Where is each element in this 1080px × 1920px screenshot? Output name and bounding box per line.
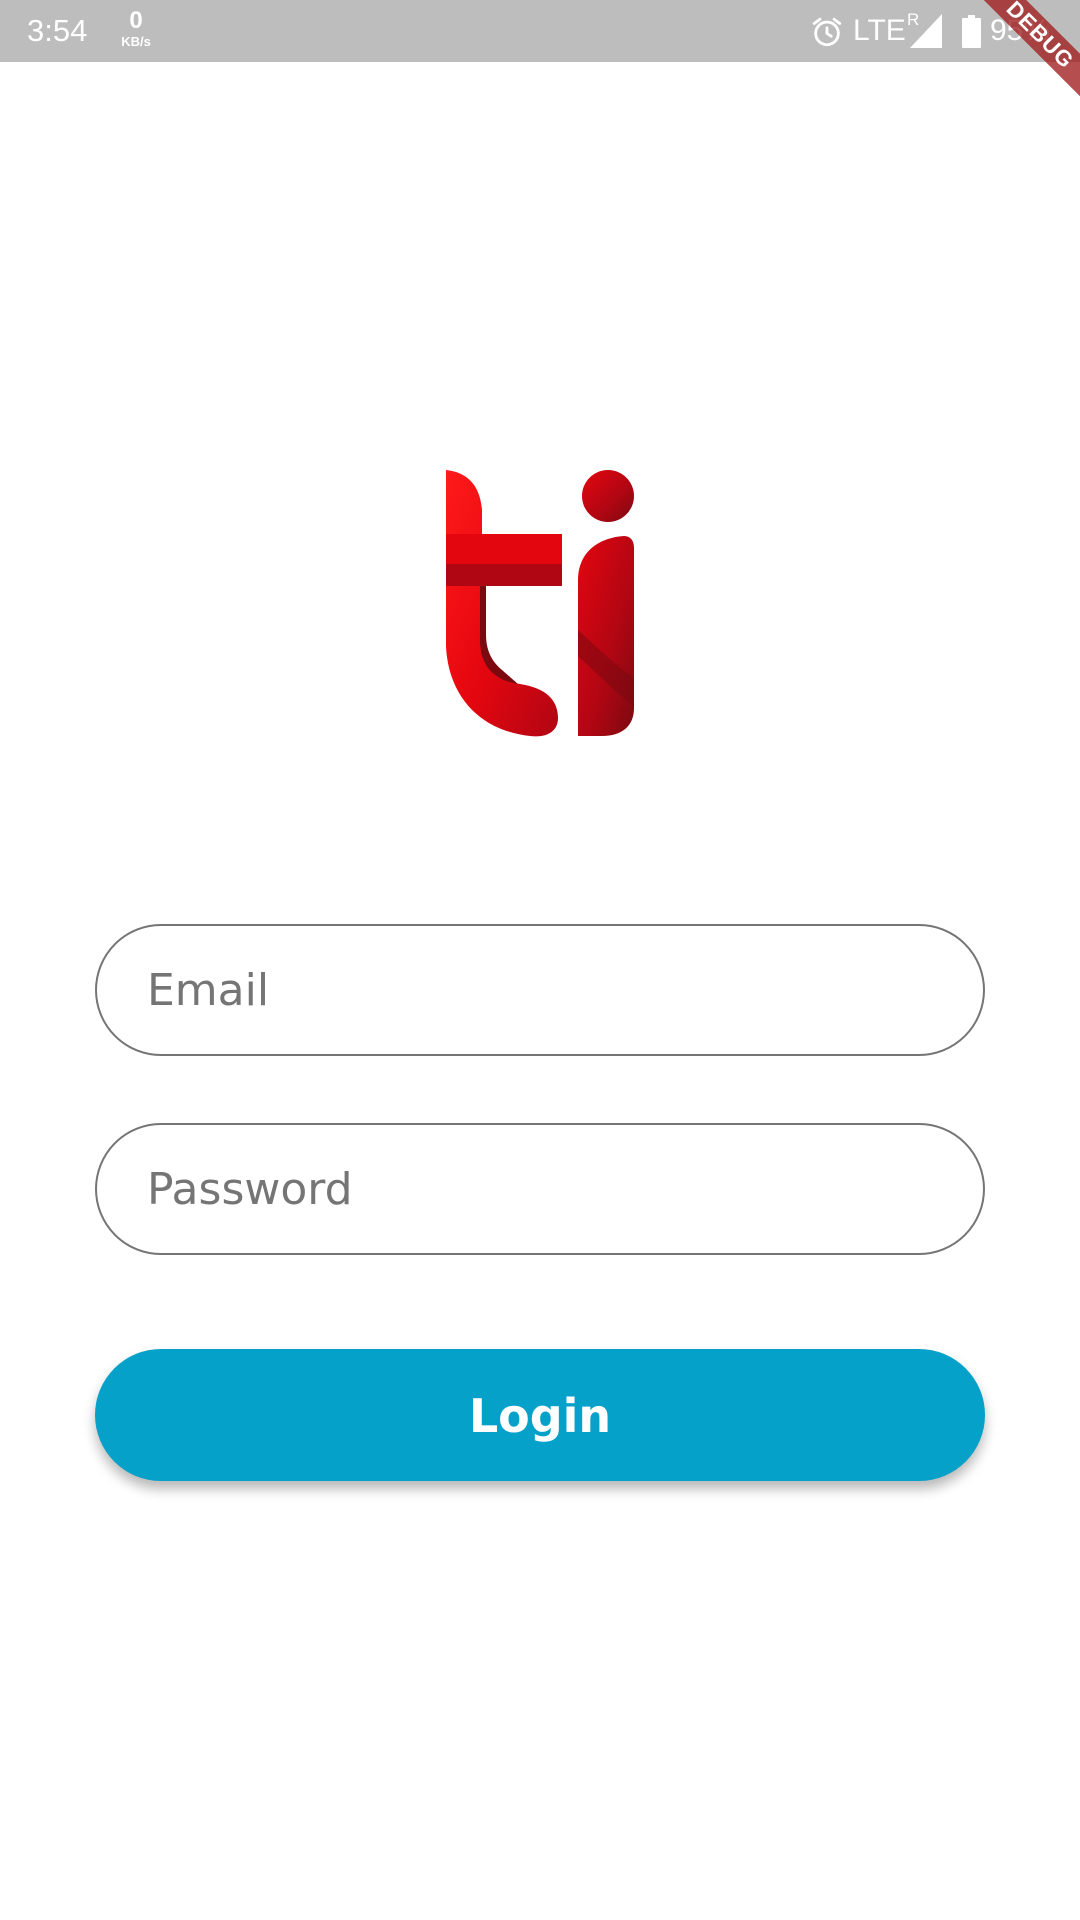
email-field[interactable] xyxy=(95,924,985,1056)
login-screen: 3:54 0 KB/s LTE R 95% DEBUG xyxy=(0,0,1080,1920)
network-speed: 0 KB/s xyxy=(116,7,156,49)
email-input[interactable] xyxy=(147,926,927,1054)
network-type: LTE xyxy=(853,14,906,47)
battery-icon xyxy=(962,15,981,48)
status-time: 3:54 xyxy=(27,13,88,48)
login-button[interactable]: Login xyxy=(95,1349,985,1481)
password-field[interactable] xyxy=(95,1123,985,1255)
alarm-icon xyxy=(812,17,842,47)
status-bar: 3:54 0 KB/s LTE R 95% xyxy=(0,0,1080,62)
network-speed-value: 0 xyxy=(129,7,143,34)
network-speed-unit: KB/s xyxy=(121,34,151,49)
password-input[interactable] xyxy=(147,1125,927,1253)
signal-icon xyxy=(910,14,942,48)
app-logo xyxy=(446,470,634,737)
